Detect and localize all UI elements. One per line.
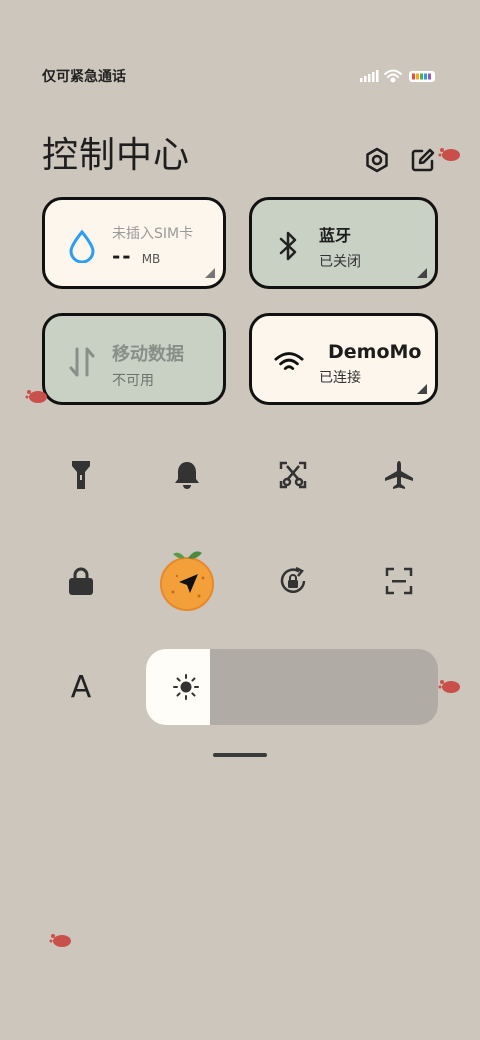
airplane-icon	[385, 461, 413, 489]
mascot-sticker-icon	[438, 680, 460, 693]
mobile-data-icon	[67, 344, 97, 380]
data-usage-label: 未插入SIM卡	[112, 226, 194, 242]
wifi-tile[interactable]: DemoMo 已连接	[249, 313, 438, 405]
rotation-lock-toggle[interactable]	[271, 559, 315, 603]
location-toggle[interactable]	[155, 548, 219, 612]
airplane-mode-toggle[interactable]	[377, 453, 421, 497]
edit-icon	[411, 148, 435, 172]
status-carrier-text: 仅可紧急通话	[42, 69, 126, 85]
wifi-icon	[384, 69, 402, 83]
gear-icon	[366, 147, 388, 173]
mobile-data-status: 不可用	[112, 373, 154, 389]
lock-screen-toggle[interactable]	[59, 559, 103, 603]
edit-button[interactable]	[408, 145, 438, 175]
screenshot-toggle[interactable]	[271, 453, 315, 497]
expand-corner-icon	[417, 384, 427, 394]
flashlight-icon	[72, 461, 90, 489]
signal-icon	[360, 70, 379, 82]
ring-mode-toggle[interactable]	[165, 453, 209, 497]
status-icons	[358, 68, 438, 84]
bluetooth-icon	[274, 228, 304, 264]
brightness-slider[interactable]	[146, 649, 438, 725]
battery-icon	[409, 71, 435, 82]
page-title: 控制中心	[42, 135, 191, 176]
font-size-button[interactable]: A	[59, 665, 103, 709]
mobile-data-tile[interactable]: 移动数据 不可用	[42, 313, 226, 405]
rotation-lock-icon	[280, 566, 306, 593]
bluetooth-tile[interactable]: 蓝牙 已关闭	[249, 197, 438, 289]
bluetooth-label: 蓝牙	[319, 226, 352, 245]
expand-corner-icon	[417, 268, 427, 278]
bluetooth-status: 已关闭	[319, 254, 361, 270]
wifi-network-name: DemoMo	[328, 341, 422, 363]
settings-button[interactable]	[362, 145, 392, 175]
mascot-sticker-icon	[49, 934, 71, 947]
scan-icon	[385, 567, 413, 595]
water-drop-icon	[67, 228, 97, 264]
data-usage-unit: MB	[141, 252, 161, 266]
screenshot-icon	[279, 461, 307, 489]
expand-corner-icon	[205, 268, 215, 278]
wifi-icon	[274, 344, 304, 380]
drawer-handle[interactable]	[213, 753, 267, 757]
scan-toggle[interactable]	[377, 559, 421, 603]
data-usage-tile[interactable]: 未插入SIM卡 -- MB	[42, 197, 226, 289]
mascot-sticker-icon	[438, 148, 460, 161]
wifi-status: 已连接	[319, 370, 361, 386]
mascot-sticker-icon	[25, 390, 47, 403]
brightness-icon	[173, 674, 199, 700]
location-icon	[160, 551, 214, 611]
flashlight-toggle[interactable]	[59, 453, 103, 497]
mobile-data-label: 移动数据	[112, 344, 184, 365]
bell-icon	[175, 462, 199, 489]
data-usage-value: --	[112, 244, 133, 268]
lock-icon	[69, 567, 93, 595]
